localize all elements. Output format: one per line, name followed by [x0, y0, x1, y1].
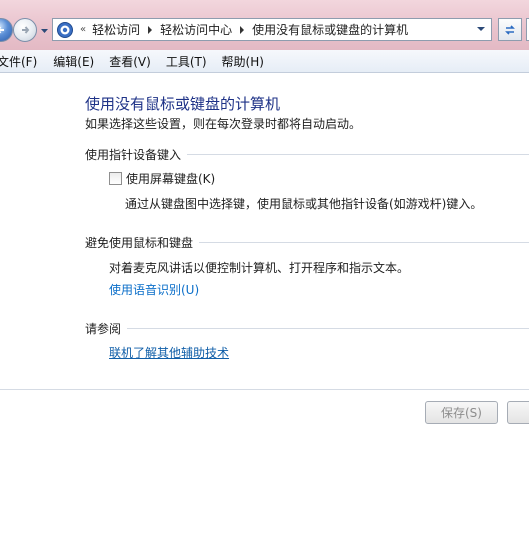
breadcrumb-ease-of-access-center[interactable]: 轻松访问中心	[160, 21, 232, 38]
save-button[interactable]: 保存(S)	[425, 401, 498, 424]
breadcrumb-overflow[interactable]: «	[80, 24, 86, 35]
section-heading-see-also: 请参阅	[85, 320, 529, 337]
assistive-tech-online-link[interactable]: 联机了解其他辅助技术	[109, 344, 229, 361]
on-screen-keyboard-checkbox[interactable]	[109, 172, 122, 185]
recent-pages-dropdown-icon[interactable]	[40, 27, 49, 35]
arrow-left-icon	[0, 26, 4, 34]
speech-recognition-link[interactable]: 使用语音识别(U)	[109, 281, 199, 298]
forward-button[interactable]	[13, 18, 37, 42]
refresh-icon	[505, 24, 515, 35]
menu-help[interactable]: 帮助(H)	[222, 53, 264, 70]
section-divider	[187, 154, 529, 155]
arrow-right-icon	[22, 26, 30, 34]
section-heading-avoid: 避免使用鼠标和键盘	[85, 234, 529, 251]
menu-bar: 文件(F) 编辑(E) 查看(V) 工具(T) 帮助(H)	[0, 50, 529, 73]
section-divider	[127, 328, 529, 329]
control-panel-icon	[57, 21, 73, 38]
address-dropdown-icon[interactable]	[477, 26, 485, 32]
menu-edit[interactable]: 编辑(E)	[53, 53, 94, 70]
breadcrumb-ease-of-access[interactable]: 轻松访问	[92, 21, 140, 38]
page-title: 使用没有鼠标或键盘的计算机	[85, 95, 281, 113]
refresh-button[interactable]	[498, 18, 522, 41]
back-button[interactable]	[0, 18, 13, 42]
menu-view[interactable]: 查看(V)	[109, 53, 151, 70]
menu-tools[interactable]: 工具(T)	[166, 53, 207, 70]
section-heading-label: 使用指针设备键入	[85, 148, 182, 162]
window-titlebar: « 轻松访问 轻松访问中心 使用没有鼠标或键盘的计算机	[0, 0, 529, 50]
checkbox-label[interactable]: 使用屏幕键盘(K)	[126, 170, 215, 187]
section-divider	[199, 242, 529, 243]
on-screen-keyboard-option[interactable]: 使用屏幕键盘(K)	[109, 170, 215, 187]
page-subtitle: 如果选择这些设置，则在每次登录时都将自动启动。	[85, 117, 362, 131]
breadcrumb-current-page[interactable]: 使用没有鼠标或键盘的计算机	[252, 21, 408, 38]
menu-file[interactable]: 文件(F)	[0, 53, 37, 70]
section-heading-label: 避免使用鼠标和键盘	[85, 236, 194, 250]
on-screen-keyboard-description: 通过从键盘图中选择键，使用鼠标或其他指针设备(如游戏杆)键入。	[125, 197, 483, 211]
footer-divider	[0, 389, 529, 390]
speech-recognition-description: 对着麦克风讲话以便控制计算机、打开程序和指示文本。	[109, 261, 410, 275]
section-heading-label: 请参阅	[85, 322, 122, 336]
breadcrumb-arrow-icon[interactable]	[239, 25, 245, 34]
address-bar[interactable]: « 轻松访问 轻松访问中心 使用没有鼠标或键盘的计算机	[52, 18, 492, 41]
section-heading-pointing: 使用指针设备键入	[85, 146, 529, 163]
cancel-button[interactable]	[507, 401, 529, 424]
breadcrumb-arrow-icon[interactable]	[147, 25, 153, 34]
